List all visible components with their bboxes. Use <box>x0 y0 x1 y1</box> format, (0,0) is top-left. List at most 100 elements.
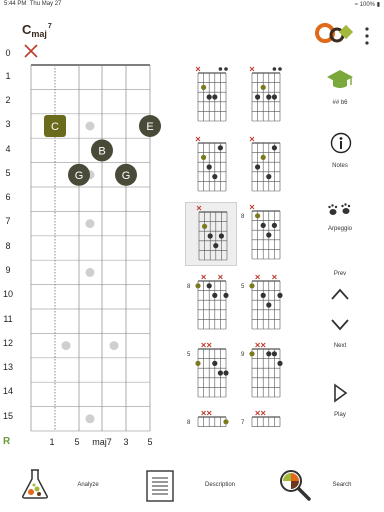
thumbnail-dot <box>260 84 266 90</box>
thumbnail-dot <box>255 213 261 219</box>
thumbnail-dot <box>212 174 218 180</box>
chord-note: E <box>139 115 161 137</box>
thumbnail-dot <box>255 164 261 170</box>
thumbnail-dot <box>212 94 218 100</box>
voicing-thumbnail[interactable]: 8 <box>185 408 235 470</box>
thumbnail-dot <box>206 164 212 170</box>
arpeggio-label[interactable]: Arpeggio <box>320 226 360 232</box>
fret-inlay <box>109 341 119 351</box>
chevron-down-icon[interactable] <box>330 318 350 332</box>
fret-inlay <box>61 341 71 351</box>
analyze-label[interactable]: Analyze <box>58 482 118 488</box>
voicing-thumbnail[interactable] <box>239 134 289 196</box>
description-document-icon[interactable] <box>146 470 174 502</box>
voicing-thumbnail[interactable]: 5 <box>239 272 289 334</box>
thumbnail-dot <box>260 292 266 298</box>
thumbnail-dot <box>260 154 266 160</box>
thumbnail-dot <box>217 370 223 376</box>
thumbnail-dot <box>223 292 229 298</box>
chord-note: G <box>115 163 137 186</box>
note-label: B <box>98 145 105 157</box>
thumbnail-dot <box>223 370 229 376</box>
info-icon[interactable] <box>330 132 352 154</box>
interval-label: 5 <box>147 437 153 447</box>
thumbnail-dot <box>206 94 212 100</box>
thumbnail-dot <box>212 360 218 366</box>
thumbnail-diagram <box>195 136 227 192</box>
chord-title: Cmaj7 <box>22 22 52 39</box>
thumbnail-diagram <box>249 136 281 192</box>
thumbnail-dot <box>213 243 219 249</box>
thumbnail-dot <box>207 233 213 239</box>
thumbnail-dot <box>201 84 207 90</box>
status-time: 5:44 PM Thu May 27 <box>4 1 62 7</box>
note-label: C <box>51 121 59 133</box>
fret-inlay <box>85 414 95 424</box>
thumbnail-dot <box>277 292 283 298</box>
status-bar: 5:44 PM Thu May 27 ≈ 100% ▮ <box>0 0 384 10</box>
thumbnail-dot <box>218 233 224 239</box>
fret-inlay <box>85 219 95 229</box>
chord-note: B <box>91 139 113 162</box>
thumbnail-dot <box>195 283 201 289</box>
voicing-thumbnail[interactable]: 7 <box>239 408 289 470</box>
thumbnail-dot <box>217 145 223 151</box>
notes-label[interactable]: Notes <box>320 163 360 169</box>
voicing-thumbnail[interactable]: 8 <box>239 202 289 264</box>
thumbnail-dot <box>255 94 261 100</box>
thumbnail-dot <box>266 94 272 100</box>
status-battery: ≈ 100% ▮ <box>354 2 380 8</box>
chevron-up-icon[interactable] <box>330 287 350 301</box>
analyze-flask-icon[interactable] <box>20 468 50 500</box>
thumbnail-dot <box>271 351 277 357</box>
prev-label[interactable]: Prev <box>320 271 360 277</box>
description-label[interactable]: Description <box>190 482 250 488</box>
thumbnail-diagram <box>249 342 283 398</box>
thumbnail-diagram <box>251 410 281 427</box>
thumbnail-diagram <box>195 342 229 398</box>
voicing-thumbnail[interactable] <box>239 64 289 126</box>
chord-note: G <box>68 163 90 186</box>
thumbnail-dot <box>266 302 272 308</box>
thumbnail-dot <box>271 145 277 151</box>
thumbnail-dot <box>266 174 272 180</box>
play-label[interactable]: Play <box>320 412 360 418</box>
mute-x-icon <box>24 44 38 58</box>
thumbnail-diagram <box>249 274 283 330</box>
note-label: G <box>75 170 84 182</box>
fret-inlay <box>85 267 95 277</box>
thumbnail-diagram <box>197 410 229 427</box>
arpeggio-icon[interactable] <box>327 203 353 217</box>
search-label[interactable]: Search <box>312 482 372 488</box>
fretboard[interactable]: C B G G E <box>0 40 170 440</box>
search-magnifier-icon[interactable] <box>278 468 312 502</box>
thumbnail-dot <box>249 283 255 289</box>
voicing-thumbnail[interactable] <box>185 134 235 196</box>
root-toggle[interactable]: R <box>3 436 10 447</box>
voicing-thumbnail[interactable]: 8 <box>185 272 235 334</box>
thumbnail-diagram <box>196 205 228 261</box>
voicing-thumbnail[interactable]: 9 <box>239 340 289 402</box>
more-menu-icon[interactable] <box>364 26 370 46</box>
thumbnail-dot <box>277 360 283 366</box>
voicing-thumbnail[interactable] <box>185 202 237 266</box>
play-icon[interactable] <box>332 383 348 403</box>
thumbnail-diagram <box>195 66 228 122</box>
chord-note: C <box>44 115 66 137</box>
thumbnail-dot <box>271 94 277 100</box>
voicing-thumbnail[interactable]: 5 <box>185 340 235 402</box>
fret-inlay <box>85 121 95 131</box>
thumbnail-dot <box>206 283 212 289</box>
next-label[interactable]: Next <box>320 343 360 349</box>
note-label: E <box>146 121 153 133</box>
voicing-thumbnail[interactable] <box>185 64 235 126</box>
thumbnail-diagram <box>195 274 229 330</box>
thumbnail-dot <box>202 223 208 229</box>
thumbnail-dot <box>201 154 207 160</box>
note-label: G <box>122 170 131 182</box>
thumbnail-dot <box>223 419 229 425</box>
theory-icon[interactable] <box>326 68 354 92</box>
app-logo[interactable] <box>315 22 355 48</box>
thumbnail-dot <box>271 222 277 228</box>
thumbnail-dot <box>195 360 201 366</box>
